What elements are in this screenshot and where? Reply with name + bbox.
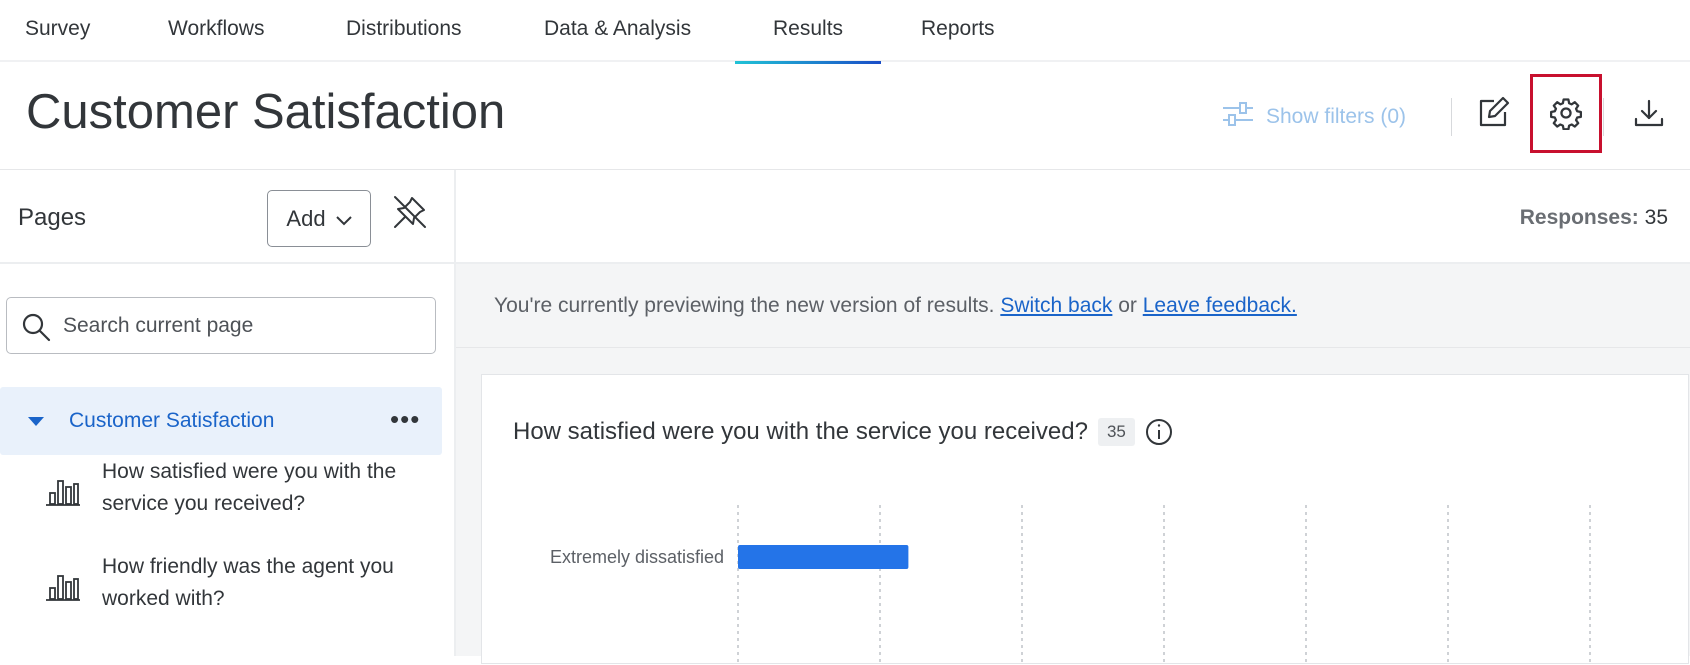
responses-count: Responses: 35 — [1520, 206, 1668, 230]
caret-down-icon[interactable] — [28, 417, 44, 426]
tab-reports[interactable]: Reports — [921, 0, 995, 62]
download-button[interactable] — [1629, 95, 1669, 135]
filter-icon — [1222, 101, 1254, 133]
title-bar: Customer Satisfaction Show filters (0) — [0, 62, 1690, 170]
top-navigation: Survey Workflows Distributions Data & An… — [0, 0, 1690, 64]
gear-icon — [1549, 96, 1583, 135]
chart-svg: Extremely dissatisfied — [550, 505, 1591, 665]
search-current-page — [6, 297, 436, 354]
responses-bar: Responses: 35 — [456, 170, 1690, 264]
show-filters-button[interactable]: Show filters (0) — [1222, 99, 1406, 135]
leave-feedback-link[interactable]: Leave feedback. — [1143, 294, 1297, 317]
edit-icon — [1476, 96, 1510, 135]
question-label: How friendly was the agent you worked wi… — [102, 555, 394, 610]
unpin-icon — [392, 196, 428, 234]
question-item[interactable]: How satisfied were you with the service … — [0, 450, 442, 530]
notice-or: or — [1118, 294, 1137, 317]
page-title: Customer Satisfaction — [26, 85, 506, 139]
tab-results[interactable]: Results — [734, 0, 882, 64]
tab-workflows[interactable]: Workflows — [168, 0, 264, 62]
bar[interactable] — [738, 545, 909, 569]
notice-message: You're currently previewing the new vers… — [494, 294, 1297, 318]
results-content: How satisfied were you with the service … — [456, 348, 1690, 665]
preview-notice: You're currently previewing the new vers… — [456, 264, 1690, 348]
edit-button[interactable] — [1473, 95, 1513, 135]
responses-value: 35 — [1644, 206, 1668, 229]
show-filters-label: Show filters (0) — [1266, 105, 1407, 128]
chevron-down-icon — [335, 206, 352, 232]
page-item-customer-satisfaction[interactable]: Customer Satisfaction ••• — [0, 387, 442, 455]
page-item-label: Customer Satisfaction — [69, 409, 275, 432]
more-options-icon[interactable]: ••• — [390, 406, 420, 432]
category-label: Extremely dissatisfied — [550, 547, 724, 567]
tab-data-analysis[interactable]: Data & Analysis — [544, 0, 691, 62]
search-input[interactable] — [63, 308, 423, 344]
settings-button[interactable] — [1546, 95, 1586, 135]
pages-label: Pages — [18, 204, 87, 231]
divider — [1451, 98, 1452, 136]
question-label: How satisfied were you with the service … — [102, 460, 397, 515]
unpin-sidebar-button[interactable] — [392, 194, 428, 236]
add-page-button[interactable]: Add — [267, 190, 371, 247]
question-item[interactable]: How friendly was the agent you worked wi… — [0, 545, 442, 625]
responses-label: Responses: — [1519, 206, 1639, 229]
tab-survey[interactable]: Survey — [25, 0, 90, 62]
switch-back-link[interactable]: Switch back — [1000, 294, 1112, 317]
pages-sidebar: Pages Add Customer Satisfaction ••• — [0, 170, 456, 656]
question-card: How satisfied were you with the service … — [481, 374, 1689, 665]
add-label: Add — [286, 205, 326, 231]
divider — [1603, 98, 1604, 136]
download-icon — [1633, 97, 1665, 134]
pages-header: Pages Add — [0, 170, 454, 264]
tab-distributions[interactable]: Distributions — [346, 0, 462, 62]
notice-text: You're currently previewing the new vers… — [494, 294, 995, 317]
